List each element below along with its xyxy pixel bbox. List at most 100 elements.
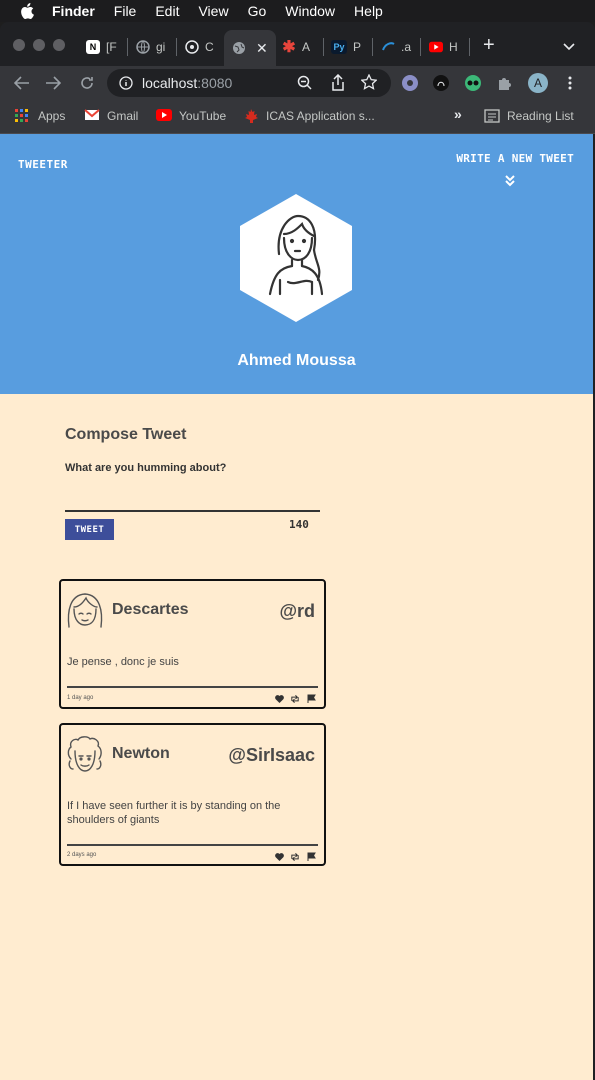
close-tab-icon[interactable]: ✕ — [256, 40, 268, 57]
reading-list-icon — [484, 109, 500, 123]
notion-icon: N — [86, 40, 100, 54]
tweet-timestamp: 1 day ago — [67, 695, 94, 701]
tweet-textarea[interactable] — [65, 480, 320, 510]
tab-asterisk[interactable]: ✱ A — [282, 34, 310, 60]
menu-view[interactable]: View — [198, 3, 228, 19]
double-chevron-down-icon[interactable] — [503, 174, 517, 188]
new-tab-icon[interactable]: + — [483, 34, 495, 57]
bookmark-apps[interactable]: Apps — [15, 109, 65, 123]
address-bar[interactable]: localhost:8080 — [107, 69, 391, 97]
minimize-window-button[interactable] — [33, 39, 45, 51]
globe-icon — [232, 41, 246, 55]
site-info-icon[interactable] — [119, 76, 133, 90]
profile-user-name: Ahmed Moussa — [237, 352, 356, 369]
tweet-timestamp: 2 days ago — [67, 852, 97, 858]
apple-logo-icon[interactable] — [20, 3, 34, 19]
bookmark-label: Gmail — [107, 109, 139, 123]
tweet-divider — [67, 686, 318, 688]
tweet-author-name: Descartes — [112, 601, 189, 618]
close-window-button[interactable] — [13, 39, 25, 51]
maximize-window-button[interactable] — [53, 39, 65, 51]
github-icon — [185, 40, 199, 54]
tab-pycharm[interactable]: Py P — [331, 34, 361, 60]
maple-leaf-icon — [243, 109, 259, 123]
asterisk-icon: ✱ — [282, 39, 296, 56]
tab-label: H — [449, 40, 458, 54]
tweet-actions — [274, 694, 316, 703]
gmail-icon — [84, 109, 100, 123]
profile-avatar-hexagon — [240, 194, 352, 322]
menu-file[interactable]: File — [114, 3, 137, 19]
extension-grammarly-icon[interactable] — [464, 74, 482, 92]
tab-label: .a — [401, 40, 412, 54]
bookmark-star-icon[interactable] — [360, 73, 378, 93]
tab-label: C — [205, 40, 214, 54]
back-arrow-icon[interactable] — [13, 74, 31, 92]
extension-snapchat-icon[interactable] — [432, 74, 450, 92]
bookmarks-bar: Apps Gmail YouTube ICAS Application s...… — [0, 100, 595, 134]
bookmark-youtube[interactable]: YouTube — [156, 109, 226, 123]
forward-arrow-icon[interactable] — [44, 74, 62, 92]
share-icon[interactable] — [331, 73, 345, 94]
tweet-actions — [274, 852, 316, 861]
tab-separator — [372, 38, 373, 56]
tweet-card: Newton @SirIsaac If I have seen further … — [59, 723, 326, 866]
tab-wave[interactable]: .a — [381, 34, 411, 60]
menu-edit[interactable]: Edit — [155, 3, 179, 19]
bookmark-label: YouTube — [179, 109, 227, 123]
heart-icon[interactable] — [274, 694, 284, 703]
extension-circle-icon[interactable] — [401, 74, 419, 92]
tab-notion[interactable]: N [F — [86, 34, 117, 60]
youtube-icon — [429, 40, 443, 54]
tab-search-chevron-icon[interactable] — [563, 38, 575, 56]
write-new-tweet-link[interactable]: WRITE A NEW TWEET — [456, 152, 574, 165]
bookmark-label: Apps — [38, 109, 66, 123]
retweet-icon[interactable] — [290, 694, 300, 703]
tab-active[interactable]: ✕ — [224, 30, 276, 66]
tab-separator — [176, 38, 177, 56]
tweet-card: Descartes @rd Je pense , donc je suis 1 … — [59, 579, 326, 709]
menu-window[interactable]: Window — [285, 3, 335, 19]
more-menu-icon[interactable] — [561, 74, 579, 92]
page-content: TWEETER WRITE A NEW TWEET Ahmed Moussa C… — [0, 134, 593, 1080]
heart-icon[interactable] — [274, 852, 284, 861]
extensions-puzzle-icon[interactable] — [496, 74, 514, 92]
apps-grid-icon — [15, 109, 31, 123]
compose-question-label: What are you humming about? — [65, 462, 227, 474]
menu-help[interactable]: Help — [354, 3, 383, 19]
pycharm-icon: Py — [331, 40, 347, 54]
tab-globe-1[interactable]: gi — [136, 34, 165, 60]
url-port: :8080 — [197, 75, 233, 91]
wave-icon — [381, 40, 395, 54]
tab-separator — [127, 38, 128, 56]
tweet-author-handle: @rd — [279, 601, 315, 621]
retweet-icon[interactable] — [290, 852, 300, 861]
profile-avatar[interactable]: A — [528, 73, 548, 93]
compose-underline — [65, 510, 320, 512]
menu-finder[interactable]: Finder — [52, 3, 95, 19]
globe-icon — [136, 40, 150, 54]
character-counter: 140 — [289, 518, 309, 531]
browser-toolbar: localhost:8080 A — [0, 66, 595, 100]
bookmark-icas[interactable]: ICAS Application s... — [243, 109, 375, 123]
reload-icon[interactable] — [78, 74, 96, 92]
menu-go[interactable]: Go — [248, 3, 267, 19]
tab-label: A — [302, 40, 311, 54]
flag-icon[interactable] — [306, 694, 316, 703]
app-logo[interactable]: TWEETER — [18, 158, 68, 171]
youtube-icon — [156, 109, 172, 123]
url-host: localhost — [142, 75, 198, 91]
zoom-icon[interactable] — [297, 75, 313, 94]
flag-icon[interactable] — [306, 852, 316, 861]
compose-title: Compose Tweet — [65, 426, 187, 443]
tab-separator — [420, 38, 421, 56]
bookmarks-overflow-button[interactable]: » — [454, 106, 462, 122]
tweet-submit-button[interactable]: TWEET — [65, 519, 114, 540]
bookmark-gmail[interactable]: Gmail — [84, 109, 138, 123]
reading-list-button[interactable]: Reading List — [484, 109, 574, 123]
tab-label: P — [353, 40, 362, 54]
tweet-divider — [67, 844, 318, 846]
tab-github[interactable]: C — [185, 34, 214, 60]
tab-youtube[interactable]: H — [429, 34, 458, 60]
profile-header: TWEETER WRITE A NEW TWEET Ahmed Moussa — [0, 134, 593, 394]
